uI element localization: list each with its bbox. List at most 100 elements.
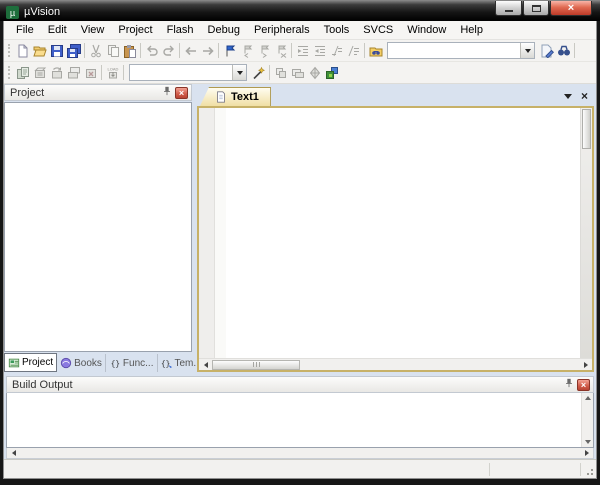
toolbar-separator (218, 43, 219, 58)
menu-item-debug[interactable]: Debug (201, 22, 247, 38)
editor-text-area[interactable] (226, 108, 580, 358)
editor-vertical-scrollbar[interactable] (580, 108, 592, 358)
unindent-icon (313, 44, 327, 58)
clear-bookmarks-button (272, 41, 289, 60)
scroll-right-button[interactable] (579, 359, 592, 371)
resize-grip[interactable] (581, 463, 594, 476)
stop-build-button (82, 63, 99, 82)
document-close-icon[interactable]: × (581, 91, 588, 101)
document-list-dropdown-icon[interactable] (564, 94, 572, 99)
file-extensions-icon (274, 66, 288, 80)
project-panel: Project × ProjectBooks{}Func...{}Tem... (4, 84, 192, 372)
arrow-down-icon[interactable] (585, 440, 591, 444)
manage-run-time-environment-icon (325, 66, 339, 80)
target-combo-input[interactable] (130, 65, 232, 80)
find-icon (557, 44, 571, 58)
save-icon (50, 44, 64, 58)
open-file-icon (33, 44, 47, 58)
stop-build-icon (84, 66, 98, 80)
incremental-find-icon (540, 44, 554, 58)
find-in-files-button[interactable] (367, 41, 384, 60)
editor-horizontal-scrollbar[interactable] (199, 358, 592, 370)
scroll-left-button[interactable] (199, 359, 212, 371)
project-panel-close-button[interactable]: × (175, 87, 188, 99)
close-icon: × (179, 88, 184, 98)
document-tab-bar: Text1 × (197, 84, 594, 106)
paste-button[interactable] (121, 41, 138, 60)
arrow-right-icon (585, 450, 589, 456)
find-button[interactable] (555, 41, 572, 60)
build-output-pin-button[interactable] (562, 378, 575, 391)
scroll-right-button[interactable] (580, 447, 593, 459)
panel-tab-project[interactable]: Project (4, 353, 57, 372)
build-output-close-button[interactable]: × (577, 379, 590, 391)
comment-icon (330, 44, 344, 58)
clear-bookmarks-icon (274, 44, 288, 58)
download-icon: LOAD (106, 66, 120, 80)
close-button[interactable]: × (550, 1, 592, 16)
editor-area: Text1 × (197, 84, 596, 372)
toolbar-separator (291, 43, 292, 58)
find-combo-dropdown-button[interactable] (520, 43, 534, 58)
status-cell (489, 463, 581, 476)
build-output-vertical-scrollbar[interactable] (581, 393, 593, 447)
document-tab-text1[interactable]: Text1 (200, 87, 271, 106)
svg-text:{}: {} (161, 361, 170, 369)
menu-bar: FileEditViewProjectFlashDebugPeripherals… (4, 21, 596, 40)
minimize-button[interactable] (495, 1, 522, 16)
document-tab-label: Text1 (231, 91, 259, 103)
menu-item-flash[interactable]: Flash (160, 22, 201, 38)
project-tree[interactable] (4, 102, 192, 352)
cut-button (87, 41, 104, 60)
menu-item-help[interactable]: Help (453, 22, 490, 38)
arrow-left-icon (12, 450, 16, 456)
pin-icon (162, 86, 172, 99)
menu-item-svcs[interactable]: SVCS (356, 22, 400, 38)
menu-item-peripherals[interactable]: Peripherals (247, 22, 317, 38)
new-file-button[interactable] (14, 41, 31, 60)
manage-run-time-environment-button[interactable] (323, 63, 340, 82)
editor-gutter (199, 108, 215, 358)
build-output-text[interactable] (7, 393, 581, 447)
translate-button[interactable] (14, 63, 31, 82)
panel-tab-books[interactable]: Books (57, 354, 106, 372)
find-combo-input[interactable] (388, 43, 520, 58)
toolbar-separator (123, 65, 124, 80)
menu-item-view[interactable]: View (74, 22, 112, 38)
menu-item-project[interactable]: Project (111, 22, 159, 38)
incremental-find-button[interactable] (538, 41, 555, 60)
title-bar[interactable]: µ µVision × (0, 0, 600, 21)
panel-tab-label: Func... (123, 358, 154, 369)
tabbar-controls: × (564, 91, 594, 106)
horizontal-scroll-thumb[interactable] (212, 360, 300, 370)
insert-bookmark-button[interactable] (221, 41, 238, 60)
save-button[interactable] (48, 41, 65, 60)
redo-button (160, 41, 177, 60)
uncomment-icon (347, 44, 361, 58)
vertical-scroll-thumb[interactable] (582, 109, 591, 149)
toolbar-separator (364, 43, 365, 58)
panel-tab-func[interactable]: {}Func... (106, 354, 158, 372)
find-in-files-icon (369, 44, 383, 58)
maximize-button[interactable] (523, 1, 549, 16)
project-pin-button[interactable] (160, 86, 173, 99)
menu-item-edit[interactable]: Edit (41, 22, 74, 38)
editor-margin (215, 108, 226, 358)
menu-item-window[interactable]: Window (400, 22, 453, 38)
scroll-left-button[interactable] (7, 447, 20, 459)
build-button (31, 63, 48, 82)
open-file-button[interactable] (31, 41, 48, 60)
toolbar-separator (101, 65, 102, 80)
build-output-horizontal-scrollbar[interactable] (6, 448, 594, 459)
options-for-target-button[interactable] (250, 63, 267, 82)
save-all-button[interactable] (65, 41, 82, 60)
workspace: Project × ProjectBooks{}Func...{}Tem... … (4, 84, 596, 376)
options-for-target-icon (252, 66, 266, 80)
target-combo-dropdown-button[interactable] (232, 65, 246, 80)
next-bookmark-icon (257, 44, 271, 58)
arrow-up-icon[interactable] (585, 396, 591, 400)
paste-icon (123, 44, 137, 58)
menu-item-tools[interactable]: Tools (317, 22, 357, 38)
project-panel-tabs: ProjectBooks{}Func...{}Tem... (4, 352, 192, 372)
menu-item-file[interactable]: File (9, 22, 41, 38)
